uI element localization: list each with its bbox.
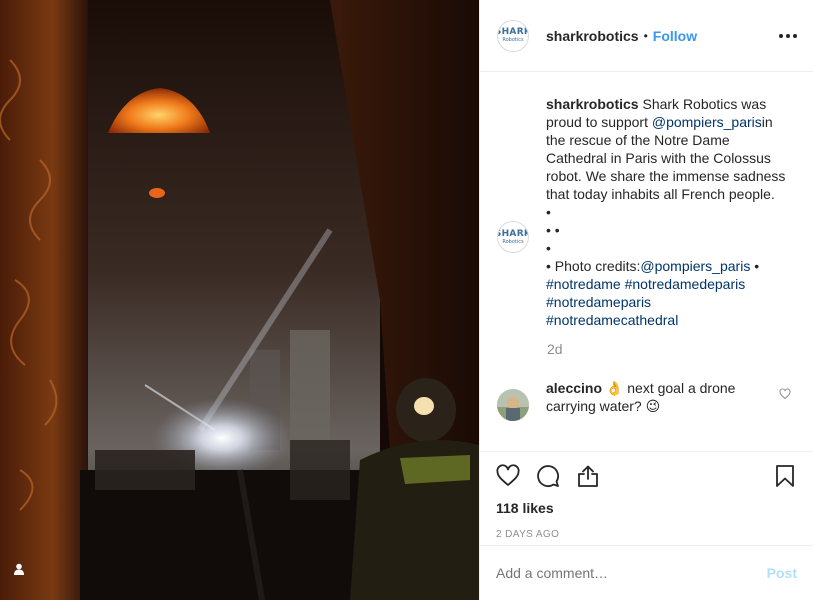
- credits-suffix: •: [750, 258, 760, 274]
- action-icons-row: [496, 452, 797, 500]
- share-icon[interactable]: [576, 464, 600, 488]
- author-username[interactable]: sharkrobotics: [546, 28, 639, 44]
- caption-age[interactable]: 2d: [547, 341, 797, 357]
- post-side-panel: SHARK Robotics sharkrobotics • Follow SH…: [479, 0, 813, 600]
- caption: SHARK Robotics sharkrobotics Shark Robot…: [497, 95, 797, 329]
- caption-mention-link[interactable]: @pompiers_paris: [652, 114, 762, 130]
- bookmark-icon[interactable]: [773, 464, 797, 488]
- post-header: SHARK Robotics sharkrobotics • Follow: [480, 0, 813, 72]
- avatar-logo-text: SHARK: [498, 228, 528, 239]
- comment-icon[interactable]: [536, 464, 560, 488]
- comment-text: aleccino 👌 next goal a drone carrying wa…: [546, 379, 761, 421]
- likes-count[interactable]: 118 likes: [496, 500, 797, 516]
- commenter-username[interactable]: aleccino: [546, 380, 602, 396]
- caption-credits-line: • Photo credits:@pompiers_paris •: [546, 257, 788, 275]
- avatar-logo-subtext: Robotics: [502, 37, 524, 43]
- add-comment-bar: Post: [480, 545, 813, 600]
- avatar-logo-subtext: Robotics: [502, 238, 524, 245]
- post-photo[interactable]: [0, 0, 479, 600]
- instagram-post: SHARK Robotics sharkrobotics • Follow SH…: [0, 0, 813, 600]
- caption-bullet-line: •: [546, 240, 551, 256]
- comment-input[interactable]: [496, 565, 767, 581]
- hashtag-links[interactable]: #notredame #notredamedeparis: [546, 275, 788, 293]
- caption-bullet-line: •: [546, 204, 551, 220]
- more-horizontal-icon[interactable]: [779, 30, 797, 42]
- credits-mention-link[interactable]: @pompiers_paris: [640, 258, 750, 274]
- post-comment-button[interactable]: Post: [767, 565, 797, 581]
- caption-text: sharkrobotics Shark Robotics was proud t…: [546, 95, 788, 329]
- heart-icon[interactable]: [496, 464, 520, 488]
- hashtag-link[interactable]: #notredameparis: [546, 293, 788, 311]
- separator-dot: •: [643, 28, 648, 43]
- caption-avatar[interactable]: SHARK Robotics: [497, 221, 529, 253]
- post-date[interactable]: 2 DAYS AGO: [496, 529, 797, 540]
- follow-button[interactable]: Follow: [653, 28, 697, 44]
- comment-like-heart-icon[interactable]: [779, 387, 791, 403]
- tagged-user-icon[interactable]: [13, 563, 37, 587]
- avatar-logo-text: SHARK: [498, 27, 528, 37]
- comment-item: aleccino 👌 next goal a drone carrying wa…: [497, 379, 797, 421]
- hashtag-link[interactable]: #notredamecathedral: [546, 311, 788, 329]
- cathedral-fire-image: [0, 0, 479, 600]
- author-avatar[interactable]: SHARK Robotics: [497, 19, 529, 52]
- comments-list[interactable]: SHARK Robotics sharkrobotics Shark Robot…: [480, 73, 813, 450]
- post-actions: 118 likes 2 DAYS AGO: [480, 451, 813, 540]
- caption-bullet-line: • •: [546, 222, 560, 238]
- credits-prefix: • Photo credits:: [546, 258, 641, 274]
- commenter-avatar[interactable]: [497, 389, 529, 421]
- caption-username[interactable]: sharkrobotics: [546, 96, 639, 112]
